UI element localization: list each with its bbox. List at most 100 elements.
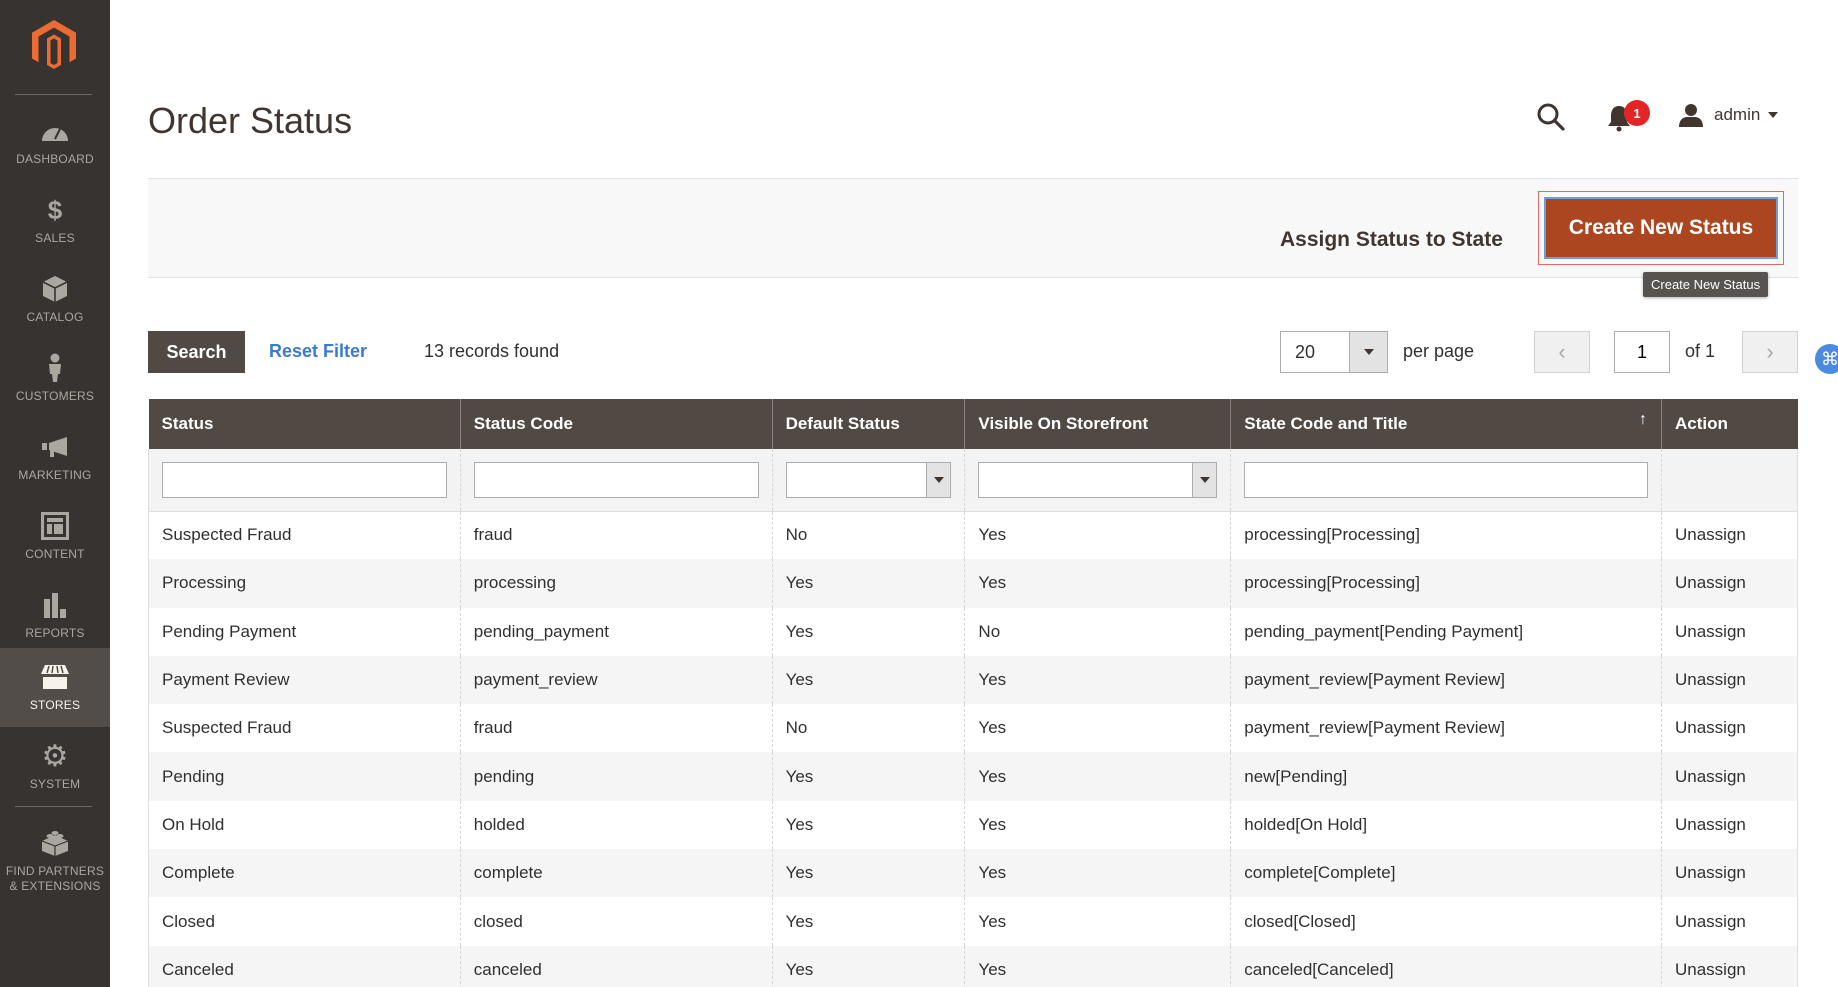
table-row[interactable]: Payment Review payment_review Yes Yes paymen…	[148, 655, 1799, 705]
column-header-visible-on-storefront[interactable]: Visible On Storefront	[964, 399, 1231, 449]
sidebar-item-dashboard[interactable]: DASHBOARD	[0, 102, 110, 181]
cell-visible-on-storefront: Yes	[964, 559, 1231, 608]
cell-state-code-and-title: processing[Processing]	[1230, 559, 1662, 608]
cell-default-status: Yes	[771, 655, 965, 705]
sidebar-item-customers[interactable]: CUSTOMERS	[0, 339, 110, 418]
unassign-link[interactable]: Unassign	[1660, 607, 1799, 656]
sidebar-item-catalog[interactable]: CATALOG	[0, 260, 110, 339]
unassign-link[interactable]: Unassign	[1660, 752, 1799, 801]
cell-status-code: payment_review	[459, 655, 773, 705]
column-header-action: Action	[1660, 399, 1798, 449]
unassign-link[interactable]: Unassign	[1660, 945, 1799, 987]
assign-status-to-state-button[interactable]: Assign Status to State	[1280, 228, 1503, 252]
column-header-state-code-and-title[interactable]: State Code and Title ↑	[1230, 399, 1662, 449]
grid-header-row: Status Status Code Default Status Visibl…	[148, 399, 1798, 449]
cell-state-code-and-title: closed[Closed]	[1230, 897, 1662, 946]
cell-default-status: Yes	[771, 897, 965, 946]
filter-status-input[interactable]	[162, 461, 447, 498]
table-row[interactable]: Complete complete Yes Yes complete[Complete]…	[148, 849, 1799, 898]
cell-state-code-and-title: new[Pending]	[1230, 752, 1662, 801]
sidebar-item-find-partners[interactable]: FIND PARTNERS & EXTENSIONS	[0, 814, 110, 904]
per-page-label: per page	[1403, 341, 1475, 361]
lego-block-icon	[40, 828, 70, 858]
next-page-button[interactable]: ›	[1742, 331, 1798, 373]
table-row[interactable]: Suspected Fraud fraud No Yes payment_review[…	[148, 704, 1799, 753]
previous-page-button[interactable]: ‹	[1534, 331, 1590, 373]
unassign-link[interactable]: Unassign	[1660, 897, 1799, 946]
table-row[interactable]: Closed closed Yes Yes closed[Closed] Unassign	[148, 897, 1799, 946]
filter-visible-on-storefront-select[interactable]	[978, 461, 1218, 498]
box-icon	[40, 274, 70, 304]
search-icon[interactable]	[1536, 102, 1566, 132]
create-new-status-button[interactable]: Create New Status	[1544, 197, 1778, 259]
column-header-status-code[interactable]: Status Code	[459, 399, 773, 449]
cell-state-code-and-title: canceled[Canceled]	[1230, 945, 1662, 987]
unassign-link[interactable]: Unassign	[1660, 655, 1799, 705]
cell-default-status: Yes	[771, 800, 965, 850]
cell-visible-on-storefront: Yes	[964, 945, 1231, 987]
magento-logo[interactable]	[30, 20, 78, 72]
cell-visible-on-storefront: Yes	[964, 752, 1231, 801]
column-header-default-status[interactable]: Default Status	[771, 399, 965, 449]
filter-default-status-select[interactable]	[785, 461, 952, 498]
cell-default-status: No	[771, 704, 965, 753]
gear-icon: ⚙	[41, 739, 69, 773]
reset-filter-link[interactable]: Reset Filter	[269, 341, 367, 362]
current-page-input[interactable]	[1614, 331, 1670, 373]
cell-state-code-and-title: pending_payment[Pending Payment]	[1230, 607, 1662, 656]
cell-visible-on-storefront: Yes	[964, 800, 1231, 850]
unassign-link[interactable]: Unassign	[1660, 849, 1799, 898]
table-row[interactable]: Suspected Fraud fraud No Yes processing[Proc…	[148, 511, 1799, 560]
create-new-status-tooltip: Create New Status	[1643, 272, 1769, 297]
total-pages: of 1	[1685, 341, 1716, 361]
cell-visible-on-storefront: Yes	[964, 897, 1231, 946]
sidebar-item-sales[interactable]: $ SALES	[0, 181, 110, 260]
cell-status: Payment Review	[148, 655, 461, 705]
cell-status: Complete	[148, 849, 461, 898]
person-icon	[40, 353, 70, 383]
sidebar-divider	[15, 94, 92, 95]
table-row[interactable]: Pending Payment pending_payment Yes No pendi…	[148, 607, 1799, 656]
unassign-link[interactable]: Unassign	[1660, 511, 1799, 560]
unassign-link[interactable]: Unassign	[1660, 704, 1799, 753]
table-row[interactable]: Processing processing Yes Yes processing[Pro…	[148, 559, 1799, 608]
sidebar-item-system[interactable]: ⚙ SYSTEM	[0, 727, 110, 806]
cell-state-code-and-title: payment_review[Payment Review]	[1230, 704, 1662, 753]
cell-visible-on-storefront: Yes	[964, 655, 1231, 705]
unassign-link[interactable]: Unassign	[1660, 800, 1799, 850]
cell-status: Pending Payment	[148, 607, 461, 656]
cell-default-status: Yes	[771, 849, 965, 898]
cell-status: Suspected Fraud	[148, 511, 461, 560]
records-found: 13 records found	[424, 341, 560, 361]
chevron-right-icon: ›	[1766, 339, 1774, 364]
cell-default-status: Yes	[771, 752, 965, 801]
cell-visible-on-storefront: Yes	[964, 511, 1231, 560]
sidebar-item-marketing[interactable]: MARKETING	[0, 418, 110, 497]
cell-state-code-and-title: processing[Processing]	[1230, 511, 1662, 560]
command-extension-icon[interactable]: ⌘	[1815, 344, 1838, 374]
cell-status-code: complete	[459, 849, 773, 898]
search-button[interactable]: Search	[148, 331, 245, 373]
column-header-status[interactable]: Status	[148, 399, 461, 449]
chevron-down-icon	[933, 476, 944, 483]
filter-status-code-input[interactable]	[473, 461, 759, 498]
cell-status-code: closed	[459, 897, 773, 946]
filter-state-code-input[interactable]	[1244, 461, 1648, 498]
sidebar-item-stores[interactable]: STORES	[0, 648, 110, 727]
cell-status-code: pending	[459, 752, 773, 801]
per-page-dropdown-toggle[interactable]	[1349, 332, 1387, 372]
table-row[interactable]: Pending pending Yes Yes new[Pending] Unassign	[148, 752, 1799, 801]
sidebar-item-reports[interactable]: REPORTS	[0, 576, 110, 655]
cell-status: Canceled	[148, 945, 461, 987]
cell-status: On Hold	[148, 800, 461, 850]
per-page-select[interactable]: 20	[1280, 331, 1388, 373]
sidebar-item-content[interactable]: CONTENT	[0, 497, 110, 576]
admin-user-menu[interactable]: admin	[1678, 102, 1779, 128]
table-row[interactable]: On Hold holded Yes Yes holded[On Hold] Unassi…	[148, 800, 1799, 850]
chevron-down-icon	[1768, 112, 1779, 118]
cell-status-code: fraud	[459, 511, 773, 560]
cell-state-code-and-title: payment_review[Payment Review]	[1230, 655, 1662, 705]
unassign-link[interactable]: Unassign	[1660, 559, 1799, 608]
table-row[interactable]: Canceled canceled Yes Yes canceled[Canceled]…	[148, 945, 1799, 987]
per-page-value: 20	[1295, 342, 1316, 362]
